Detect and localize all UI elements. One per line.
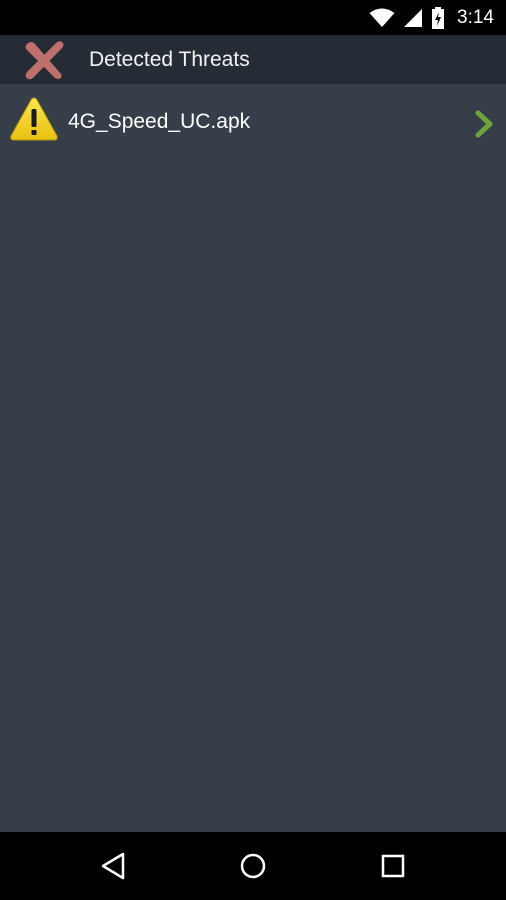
signal-icon [404,8,423,27]
status-bar: 3:14 [0,0,506,35]
list-item[interactable]: 4G_Speed_UC.apk [0,84,506,164]
warning-icon [10,97,58,141]
close-button[interactable] [18,37,70,83]
wifi-icon [369,8,395,27]
close-x-icon [25,41,64,80]
navigation-bar [0,832,506,900]
battery-charging-icon [432,6,445,29]
home-button[interactable] [233,846,273,886]
chevron-right-icon[interactable] [472,110,496,138]
status-icons: 3:14 [369,0,494,35]
recents-icon [381,854,405,878]
status-time: 3:14 [457,6,494,28]
recents-button[interactable] [373,846,413,886]
screen: 3:14 Detected Threats 4G_Speed_UC.apk [0,0,506,900]
page-title: Detected Threats [89,48,250,71]
back-icon [101,852,125,880]
action-bar: Detected Threats [0,35,506,84]
home-icon [240,853,266,879]
back-button[interactable] [93,846,133,886]
threat-name: 4G_Speed_UC.apk [68,110,251,133]
threat-list: 4G_Speed_UC.apk [0,84,506,164]
